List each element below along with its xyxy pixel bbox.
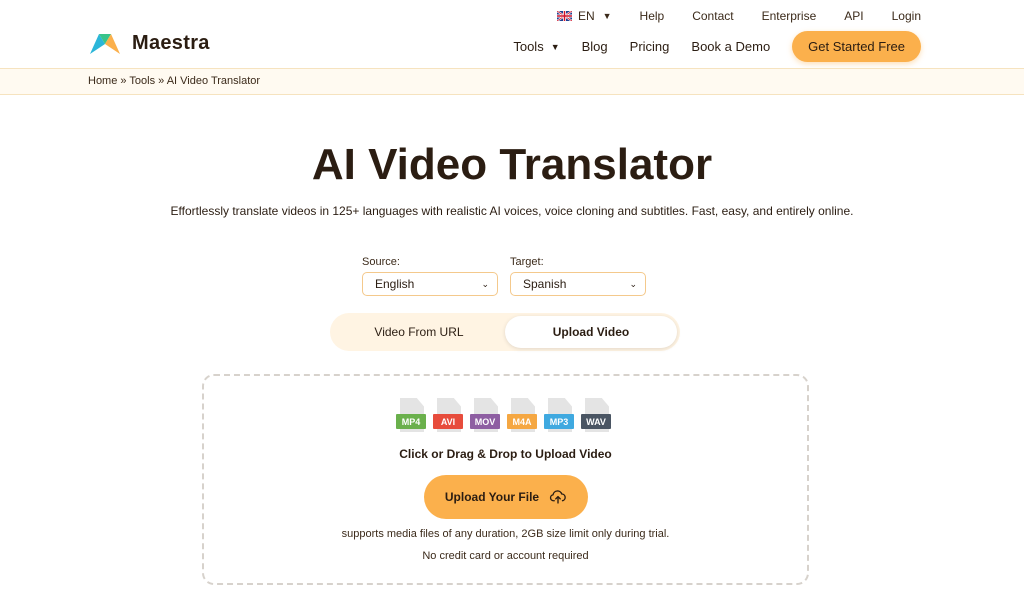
uk-flag-icon xyxy=(556,11,572,21)
source-language-select[interactable]: English ⌄ xyxy=(362,272,498,296)
upload-mode-toggle: Video From URL Upload Video xyxy=(330,313,680,351)
file-format-label: MP3 xyxy=(544,414,574,429)
login-link[interactable]: Login xyxy=(892,9,921,23)
file-format-label: MP4 xyxy=(396,414,426,429)
file-format-label: M4A xyxy=(507,414,537,429)
target-language-group: Target: Spanish ⌄ xyxy=(510,256,646,296)
upload-limit-note: supports media files of any duration, 2G… xyxy=(341,528,670,540)
target-language-value: Spanish xyxy=(523,277,567,291)
file-format-icon: M4A xyxy=(507,398,537,436)
utility-nav: EN ▼ Help Contact Enterprise API Login xyxy=(556,9,921,23)
page-subtitle: Effortlessly translate videos in 125+ la… xyxy=(170,204,854,218)
breadcrumb-current: AI Video Translator xyxy=(166,75,261,87)
main-nav: Tools ▼ Blog Pricing Book a Demo Get Sta… xyxy=(513,31,921,62)
breadcrumb-separator: » xyxy=(120,75,127,87)
brand-name: Maestra xyxy=(132,31,210,54)
breadcrumb-home[interactable]: Home xyxy=(88,75,117,87)
get-started-button[interactable]: Get Started Free xyxy=(792,31,921,62)
breadcrumb-separator: » xyxy=(158,75,165,87)
file-format-icon: MOV xyxy=(470,398,500,436)
nav-pricing[interactable]: Pricing xyxy=(630,39,670,54)
file-format-label: MOV xyxy=(470,414,500,429)
enterprise-link[interactable]: Enterprise xyxy=(762,9,817,23)
breadcrumb: Home » Tools » AI Video Translator xyxy=(88,75,260,87)
upload-file-button[interactable]: Upload Your File xyxy=(424,475,588,519)
no-credit-card-note: No credit card or account required xyxy=(422,550,589,562)
format-icons: MP4 AVI MOV M4A MP3 WAV xyxy=(396,398,611,436)
brand-logo[interactable]: Maestra xyxy=(88,30,210,56)
breadcrumb-tools[interactable]: Tools xyxy=(129,75,155,87)
target-label: Target: xyxy=(510,256,544,268)
source-language-value: English xyxy=(375,277,415,291)
contact-link[interactable]: Contact xyxy=(692,9,733,23)
site-header: Maestra EN ▼ Help Contact Enterprise API… xyxy=(0,0,1024,68)
cloud-upload-icon xyxy=(549,490,566,504)
language-selector[interactable]: EN ▼ xyxy=(556,9,612,23)
source-label: Source: xyxy=(362,256,400,268)
nav-tools[interactable]: Tools ▼ xyxy=(513,39,559,54)
maestra-logo-icon xyxy=(90,34,120,54)
dropzone-title: Click or Drag & Drop to Upload Video xyxy=(399,447,612,461)
help-link[interactable]: Help xyxy=(640,9,665,23)
file-format-icon: MP3 xyxy=(544,398,574,436)
file-format-icon: MP4 xyxy=(396,398,426,436)
file-format-label: AVI xyxy=(433,414,463,429)
tab-video-from-url[interactable]: Video From URL xyxy=(333,316,505,348)
breadcrumb-bar: Home » Tools » AI Video Translator xyxy=(0,68,1024,95)
chevron-down-icon: ▼ xyxy=(550,41,560,52)
nav-blog[interactable]: Blog xyxy=(582,39,608,54)
chevron-down-icon: ⌄ xyxy=(629,278,637,289)
file-format-icon: AVI xyxy=(433,398,463,436)
language-code: EN xyxy=(577,9,595,23)
file-format-label: WAV xyxy=(581,414,611,429)
nav-tools-label: Tools xyxy=(513,39,544,54)
target-language-select[interactable]: Spanish ⌄ xyxy=(510,272,646,296)
source-language-group: Source: English ⌄ xyxy=(362,256,498,296)
api-link[interactable]: API xyxy=(844,9,863,23)
nav-book-demo[interactable]: Book a Demo xyxy=(691,39,770,54)
page-title: AI Video Translator xyxy=(311,140,713,189)
chevron-down-icon: ▼ xyxy=(602,11,612,21)
upload-dropzone[interactable]: MP4 AVI MOV M4A MP3 WAV Click or Drag & Drop … xyxy=(202,374,809,585)
file-format-icon: WAV xyxy=(581,398,611,436)
tab-upload-video[interactable]: Upload Video xyxy=(505,316,677,348)
upload-button-label: Upload Your File xyxy=(444,490,540,504)
chevron-down-icon: ⌄ xyxy=(481,278,489,289)
